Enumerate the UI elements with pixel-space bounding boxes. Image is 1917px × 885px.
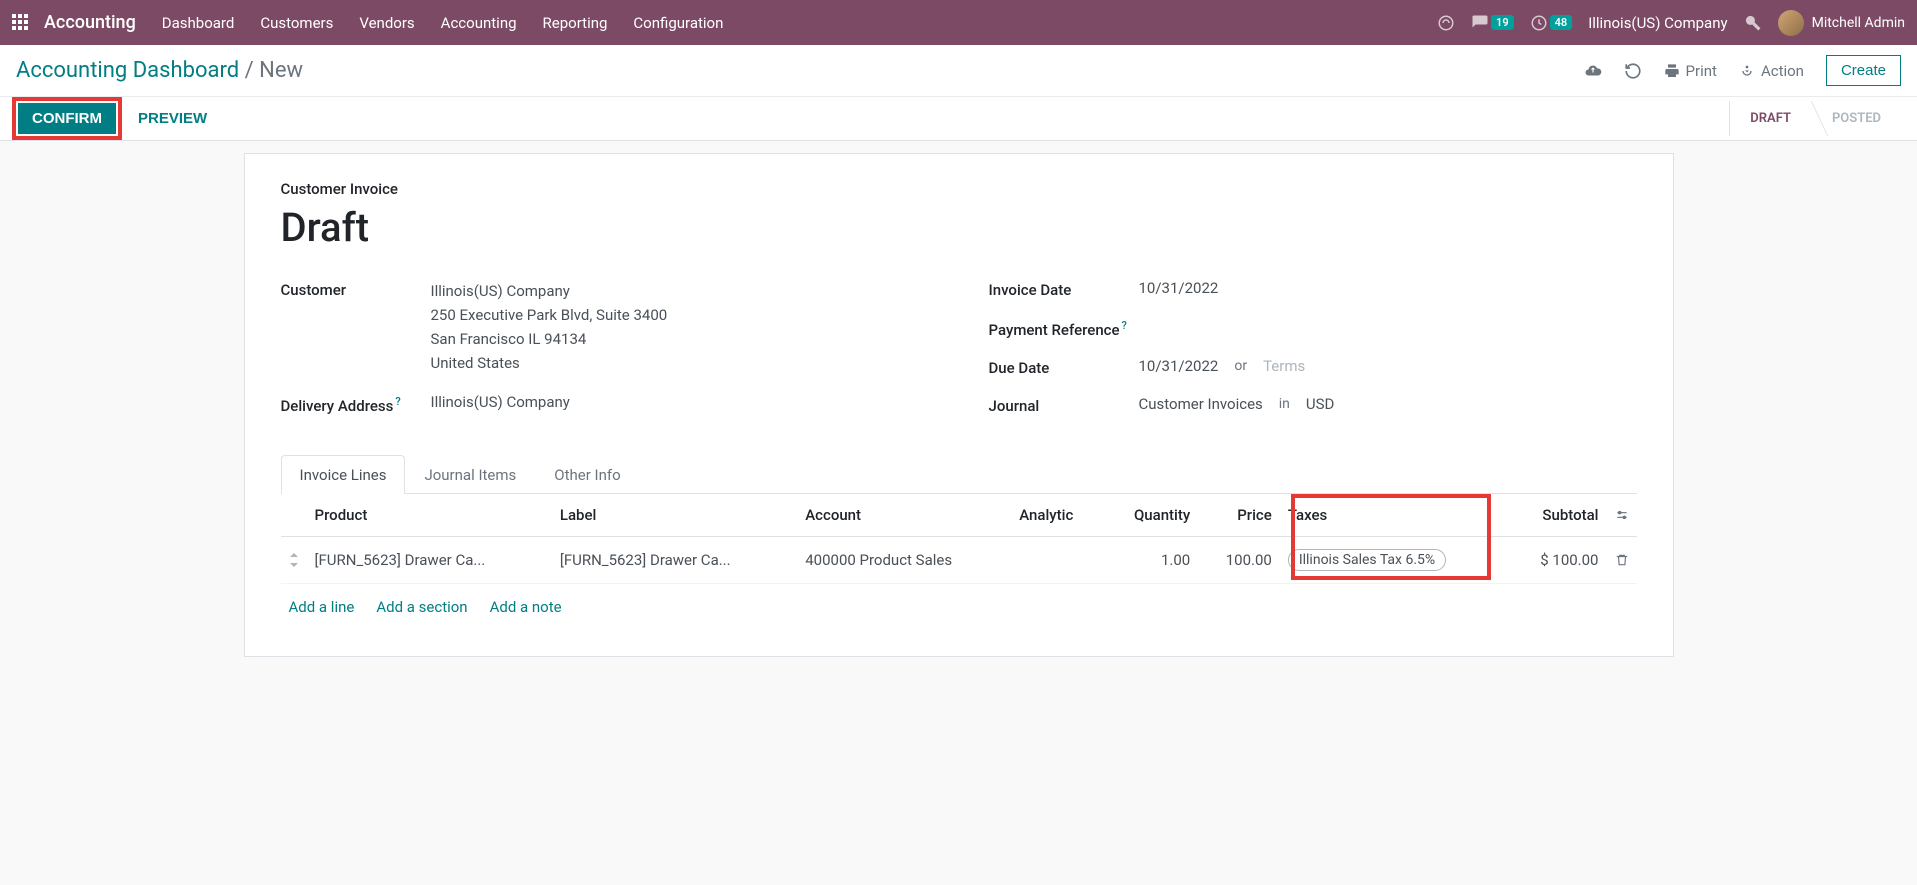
tools-icon[interactable] <box>1744 14 1762 32</box>
top-navbar: Accounting Dashboard Customers Vendors A… <box>0 0 1917 45</box>
journal-value[interactable]: Customer Invoices <box>1139 395 1263 413</box>
support-icon[interactable] <box>1437 14 1455 32</box>
add-section-link[interactable]: Add a section <box>376 598 467 616</box>
customer-value[interactable]: Illinois(US) Company 250 Executive Park … <box>431 279 929 375</box>
tax-tag[interactable]: Illinois Sales Tax 6.5% <box>1288 549 1446 571</box>
stage-draft[interactable]: DRAFT <box>1729 101 1811 136</box>
cloud-upload-icon[interactable] <box>1584 62 1602 80</box>
help-icon[interactable]: ? <box>395 395 400 408</box>
create-button[interactable]: Create <box>1826 55 1901 86</box>
apps-icon[interactable] <box>12 14 30 32</box>
preview-button[interactable]: PREVIEW <box>124 103 221 134</box>
breadcrumb-root[interactable]: Accounting Dashboard <box>16 58 239 83</box>
invoice-lines-table: Product Label Account Analytic Quantity … <box>281 494 1637 584</box>
currency-value[interactable]: USD <box>1306 395 1334 413</box>
delete-row-icon[interactable] <box>1607 537 1637 584</box>
add-row-actions: Add a line Add a section Add a note <box>281 584 1637 630</box>
column-options-icon[interactable] <box>1607 494 1637 537</box>
due-date-value[interactable]: 10/31/2022 <box>1139 357 1219 375</box>
due-or-label: or <box>1234 358 1247 374</box>
add-line-link[interactable]: Add a line <box>289 598 355 616</box>
page-title: Draft <box>281 204 1637 251</box>
journal-label: Journal <box>989 395 1139 415</box>
confirm-button[interactable]: CONFIRM <box>18 103 116 134</box>
menu-vendors[interactable]: Vendors <box>359 14 414 32</box>
discard-icon[interactable] <box>1624 62 1642 80</box>
main-menu: Dashboard Customers Vendors Accounting R… <box>162 14 724 32</box>
col-product[interactable]: Product <box>307 494 552 537</box>
form-tabs: Invoice Lines Journal Items Other Info <box>281 455 1637 494</box>
add-note-link[interactable]: Add a note <box>490 598 562 616</box>
cell-product[interactable]: [FURN_5623] Drawer Ca... <box>307 537 552 584</box>
customer-label: Customer <box>281 279 431 299</box>
cell-price[interactable]: 100.00 <box>1198 537 1280 584</box>
menu-configuration[interactable]: Configuration <box>633 14 723 32</box>
cell-label[interactable]: [FURN_5623] Drawer Ca... <box>552 537 797 584</box>
status-bar: CONFIRM PREVIEW DRAFT POSTED <box>0 97 1917 141</box>
help-icon[interactable]: ? <box>1122 319 1127 332</box>
tab-invoice-lines[interactable]: Invoice Lines <box>281 455 406 494</box>
delivery-address-label: Delivery Address? <box>281 393 431 415</box>
cell-taxes[interactable]: Illinois Sales Tax 6.5% <box>1280 537 1509 584</box>
cell-account[interactable]: 400000 Product Sales <box>797 537 1011 584</box>
doc-type-label: Customer Invoice <box>281 180 1637 198</box>
drag-handle-icon[interactable] <box>281 537 307 584</box>
col-quantity[interactable]: Quantity <box>1103 494 1198 537</box>
tab-journal-items[interactable]: Journal Items <box>405 455 535 494</box>
tab-other-info[interactable]: Other Info <box>535 455 639 494</box>
activities-icon[interactable]: 48 <box>1530 14 1573 32</box>
col-price[interactable]: Price <box>1198 494 1280 537</box>
app-brand[interactable]: Accounting <box>44 12 136 33</box>
menu-dashboard[interactable]: Dashboard <box>162 14 235 32</box>
invoice-date-value[interactable]: 10/31/2022 <box>1139 279 1637 297</box>
user-menu[interactable]: Mitchell Admin <box>1778 10 1905 36</box>
col-taxes[interactable]: Taxes <box>1280 494 1509 537</box>
delivery-address-value[interactable]: Illinois(US) Company <box>431 393 929 411</box>
print-button[interactable]: Print <box>1664 62 1717 80</box>
table-row[interactable]: [FURN_5623] Drawer Ca... [FURN_5623] Dra… <box>281 537 1637 584</box>
menu-reporting[interactable]: Reporting <box>543 14 608 32</box>
col-account[interactable]: Account <box>797 494 1011 537</box>
company-selector[interactable]: Illinois(US) Company <box>1588 14 1727 32</box>
payment-reference-label: Payment Reference? <box>989 317 1139 339</box>
action-button[interactable]: Action <box>1739 62 1804 80</box>
col-label[interactable]: Label <box>552 494 797 537</box>
breadcrumb: Accounting Dashboard / New <box>16 58 303 83</box>
avatar <box>1778 10 1804 36</box>
cell-analytic[interactable] <box>1011 537 1103 584</box>
breadcrumb-current: New <box>259 58 303 83</box>
col-analytic[interactable]: Analytic <box>1011 494 1103 537</box>
cell-quantity[interactable]: 1.00 <box>1103 537 1198 584</box>
activities-badge: 48 <box>1550 15 1573 30</box>
invoice-date-label: Invoice Date <box>989 279 1139 299</box>
menu-accounting[interactable]: Accounting <box>441 14 517 32</box>
terms-field[interactable]: Terms <box>1263 357 1305 375</box>
form-sheet: Customer Invoice Draft Customer Illinois… <box>244 153 1674 657</box>
col-subtotal[interactable]: Subtotal <box>1509 494 1607 537</box>
status-stages: DRAFT POSTED <box>1729 101 1901 136</box>
cell-subtotal: $ 100.00 <box>1509 537 1607 584</box>
journal-in-label: in <box>1279 396 1290 412</box>
breadcrumb-bar: Accounting Dashboard / New Print Action … <box>0 45 1917 97</box>
messages-icon[interactable]: 19 <box>1471 14 1514 32</box>
user-name: Mitchell Admin <box>1812 15 1905 31</box>
due-date-label: Due Date <box>989 357 1139 377</box>
messages-badge: 19 <box>1491 15 1514 30</box>
menu-customers[interactable]: Customers <box>260 14 333 32</box>
